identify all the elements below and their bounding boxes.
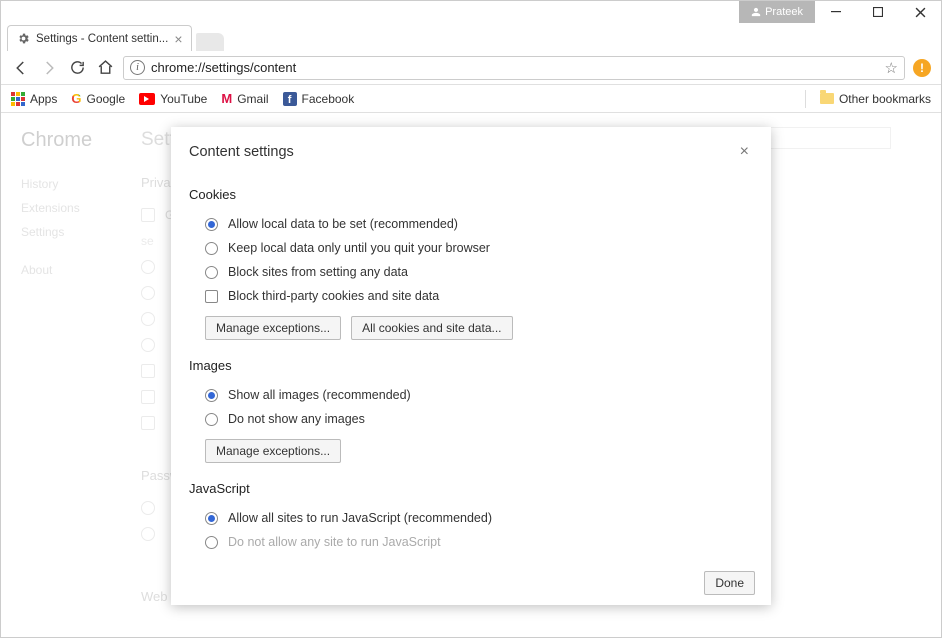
bookmark-star-icon[interactable]: ☆ [885,59,898,77]
gmail-icon: M [221,91,232,106]
browser-toolbar: i chrome://settings/content ☆ ! [1,51,941,85]
dialog-title: Content settings [189,144,294,160]
option-label: Allow local data to be set (recommended) [228,217,458,231]
bookmark-facebook[interactable]: f Facebook [283,92,355,106]
user-icon [751,7,761,17]
checkbox-icon [205,290,218,303]
modal-overlay: Content settings × Cookies Allow local d… [1,115,941,637]
gear-icon [16,32,30,46]
option-label: Do not allow any site to run JavaScript [228,535,441,549]
cookies-block-third-party[interactable]: Block third-party cookies and site data [189,284,747,308]
bookmark-label: Gmail [237,92,268,106]
cookies-option-session[interactable]: Keep local data only until you quit your… [189,236,747,260]
option-label: Block sites from setting any data [228,265,408,279]
cookies-all-data-button[interactable]: All cookies and site data... [351,316,512,340]
chrome-user-name: Prateek [765,6,803,18]
radio-icon [205,266,218,279]
site-info-icon[interactable]: i [130,60,145,75]
option-label: Do not show any images [228,412,365,426]
section-javascript-title: JavaScript [189,481,747,496]
address-bar[interactable]: i chrome://settings/content ☆ [123,56,905,80]
bookmark-label: Other bookmarks [839,92,931,106]
radio-icon [205,536,218,549]
cookies-manage-exceptions-button[interactable]: Manage exceptions... [205,316,341,340]
dialog-close-button[interactable]: × [736,141,753,163]
radio-icon [205,413,218,426]
radio-icon [205,242,218,255]
bookmark-label: Google [86,92,125,106]
window-close-button[interactable] [899,1,941,23]
bookmark-gmail[interactable]: M Gmail [221,91,268,106]
bookmarks-bar: Apps G Google YouTube M Gmail f Facebook… [1,85,941,113]
home-button[interactable] [95,58,115,78]
cookies-option-block[interactable]: Block sites from setting any data [189,260,747,284]
bookmark-label: Facebook [302,92,355,106]
chrome-user-badge[interactable]: Prateek [739,1,815,23]
images-option-show[interactable]: Show all images (recommended) [189,383,747,407]
window-minimize-button[interactable] [815,1,857,23]
radio-icon [205,512,218,525]
bookmark-youtube[interactable]: YouTube [139,92,207,106]
option-label: Keep local data only until you quit your… [228,241,490,255]
bookmark-label: Apps [30,92,57,106]
youtube-icon [139,93,155,105]
radio-icon [205,389,218,402]
tab-close-icon[interactable]: × [174,31,182,47]
js-option-allow[interactable]: Allow all sites to run JavaScript (recom… [189,506,747,530]
address-url: chrome://settings/content [151,60,879,75]
dialog-scroll-area[interactable]: Cookies Allow local data to be set (reco… [171,167,765,561]
option-label: Block third-party cookies and site data [228,289,439,303]
window-maximize-button[interactable] [857,1,899,23]
option-label: Allow all sites to run JavaScript (recom… [228,511,492,525]
browser-tab-strip: Settings - Content settin... × [1,23,941,51]
cookies-option-allow[interactable]: Allow local data to be set (recommended) [189,212,747,236]
section-images-title: Images [189,358,747,373]
facebook-icon: f [283,92,297,106]
section-cookies-title: Cookies [189,187,747,202]
window-titlebar: Prateek [1,1,941,23]
images-option-hide[interactable]: Do not show any images [189,407,747,431]
bookmark-google[interactable]: G Google [71,91,125,106]
folder-icon [820,93,834,104]
forward-button[interactable] [39,58,59,78]
content-settings-dialog: Content settings × Cookies Allow local d… [171,127,771,605]
js-option-block[interactable]: Do not allow any site to run JavaScript [189,530,747,554]
reload-button[interactable] [67,58,87,78]
option-label: Show all images (recommended) [228,388,411,402]
radio-icon [205,218,218,231]
bookmark-label: YouTube [160,92,207,106]
back-button[interactable] [11,58,31,78]
google-g-icon: G [71,91,81,106]
chrome-menu-alert-button[interactable]: ! [913,59,931,77]
images-manage-exceptions-button[interactable]: Manage exceptions... [205,439,341,463]
browser-tab-title: Settings - Content settin... [36,33,168,45]
new-tab-button[interactable] [196,33,224,51]
bookmarks-separator [805,90,806,108]
browser-tab[interactable]: Settings - Content settin... × [7,25,192,51]
apps-grid-icon [11,92,25,106]
bookmark-apps[interactable]: Apps [11,92,57,106]
dialog-done-button[interactable]: Done [704,571,755,595]
bookmark-other-folder[interactable]: Other bookmarks [820,92,931,106]
